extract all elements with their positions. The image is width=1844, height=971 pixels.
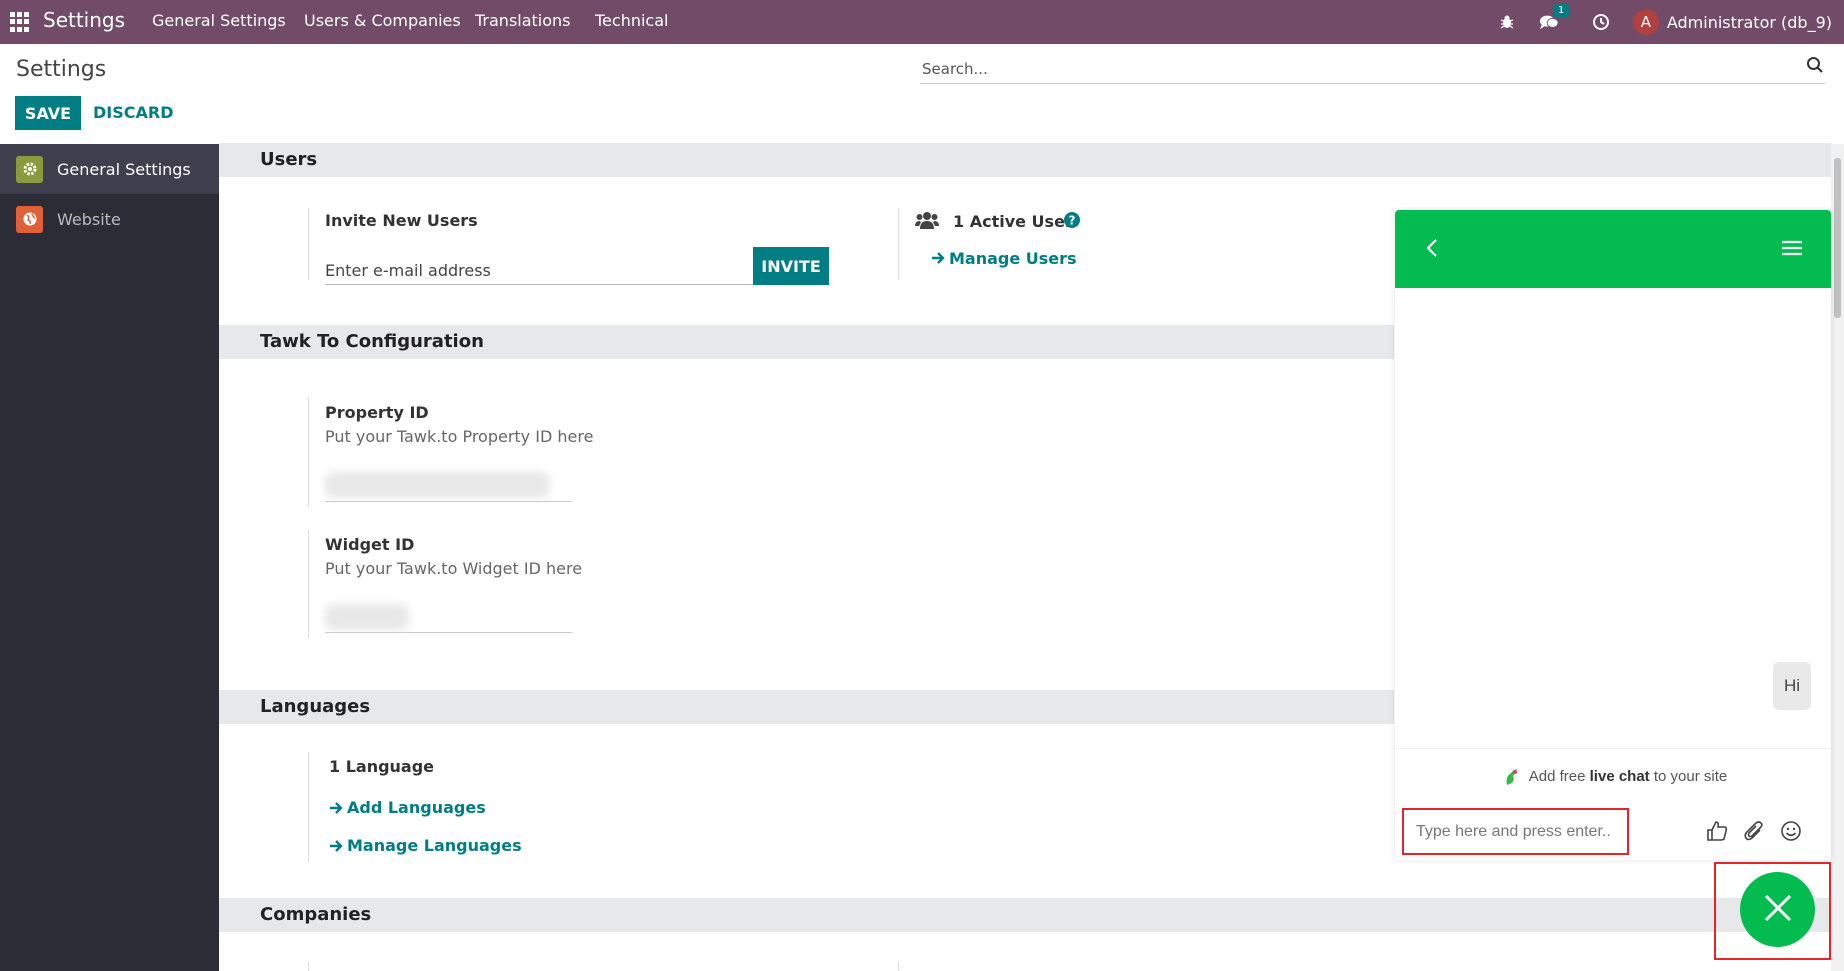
globe-icon (16, 205, 43, 233)
setting-divider (308, 208, 309, 280)
language-count: 1 Language (329, 757, 435, 776)
save-button[interactable]: SAVE (15, 96, 81, 130)
widget-id-description: Put your Tawk.to Widget ID here (325, 559, 583, 578)
section-header-users: Users (219, 143, 1831, 177)
setting-divider (308, 398, 309, 506)
hamburger-menu-icon[interactable] (1781, 240, 1803, 260)
widget-id-underline (325, 632, 572, 633)
search-input[interactable] (920, 54, 1825, 84)
menu-technical[interactable]: Technical (595, 11, 668, 30)
chat-divider (1395, 748, 1831, 749)
gear-icon (16, 155, 43, 183)
page-title: Settings (16, 57, 107, 82)
search-icon[interactable] (1806, 56, 1824, 78)
property-id-description: Put your Tawk.to Property ID here (325, 427, 594, 446)
chat-message-bubble: Hi (1773, 662, 1811, 710)
tawk-promo[interactable]: Add free live chat to your site (1395, 768, 1831, 785)
section-header-companies: Companies (219, 898, 1831, 932)
promo-prefix: Add free (1528, 768, 1590, 785)
scrollbar-thumb[interactable] (1834, 158, 1841, 318)
user-menu[interactable]: Administrator (db_9) (1667, 13, 1832, 32)
activity-clock-icon[interactable] (1591, 12, 1611, 32)
chat-message-input[interactable] (1402, 808, 1629, 855)
promo-suffix: to your site (1649, 768, 1728, 785)
invite-users-label: Invite New Users (325, 211, 478, 230)
property-id-label: Property ID (325, 403, 429, 422)
close-icon (1763, 893, 1793, 927)
app-brand[interactable]: Settings (43, 8, 125, 32)
add-languages-link[interactable]: Add Languages (347, 798, 486, 817)
property-id-field[interactable] (325, 472, 550, 498)
email-field[interactable] (325, 257, 753, 285)
apps-menu-icon[interactable] (10, 12, 30, 32)
promo-bold: live chat (1589, 768, 1650, 785)
avatar[interactable]: A (1632, 9, 1659, 35)
arrow-right-icon (329, 838, 343, 857)
menu-translations[interactable]: Translations (475, 11, 571, 30)
menu-users-companies[interactable]: Users & Companies (304, 11, 461, 30)
paperclip-icon[interactable] (1743, 820, 1765, 846)
property-id-underline (325, 501, 572, 502)
sidebar-item-general-settings[interactable]: General Settings (0, 144, 219, 194)
tawk-logo-icon (1503, 767, 1521, 791)
close-chat-button[interactable] (1740, 872, 1815, 947)
messaging-icon[interactable]: 1 (1539, 4, 1570, 32)
sidebar-item-label: General Settings (57, 159, 191, 179)
menu-general-settings[interactable]: General Settings (152, 11, 286, 30)
setting-divider (898, 208, 899, 280)
thumbs-up-icon[interactable] (1706, 820, 1728, 846)
help-question-icon[interactable]: ? (1064, 212, 1080, 232)
setting-divider (308, 530, 309, 638)
setting-divider (898, 962, 899, 971)
section-header-languages: Languages (219, 690, 1394, 724)
section-header-tawk: Tawk To Configuration (219, 325, 1394, 359)
svg-text:?: ? (1069, 214, 1076, 228)
top-navbar: Settings General Settings Users & Compan… (0, 0, 1844, 44)
manage-users-link[interactable]: Manage Users (949, 249, 1077, 268)
chat-header (1395, 210, 1831, 288)
sidebar-item-label: Website (57, 209, 121, 229)
debug-bug-icon[interactable] (1497, 12, 1517, 32)
users-group-icon (915, 210, 939, 234)
emoji-smile-icon[interactable] (1780, 820, 1802, 846)
discard-button[interactable]: DISCARD (93, 103, 173, 122)
settings-sidebar: General Settings Website (0, 144, 219, 971)
widget-id-field[interactable] (325, 604, 409, 630)
active-users-count: 1 Active User (953, 212, 1073, 231)
arrow-right-icon (329, 800, 343, 819)
back-chevron-icon[interactable] (1425, 238, 1439, 262)
invite-button[interactable]: INVITE (753, 247, 829, 285)
setting-divider (308, 752, 309, 862)
tawk-chat-widget: Hi Add free live chat to your site (1395, 210, 1831, 860)
manage-languages-link[interactable]: Manage Languages (347, 836, 522, 855)
setting-divider (308, 962, 309, 971)
arrow-right-icon (931, 250, 945, 269)
message-count-badge: 1 (1552, 4, 1570, 18)
page-scrollbar[interactable] (1831, 144, 1844, 971)
sidebar-item-website[interactable]: Website (0, 194, 219, 244)
widget-id-label: Widget ID (325, 535, 415, 554)
